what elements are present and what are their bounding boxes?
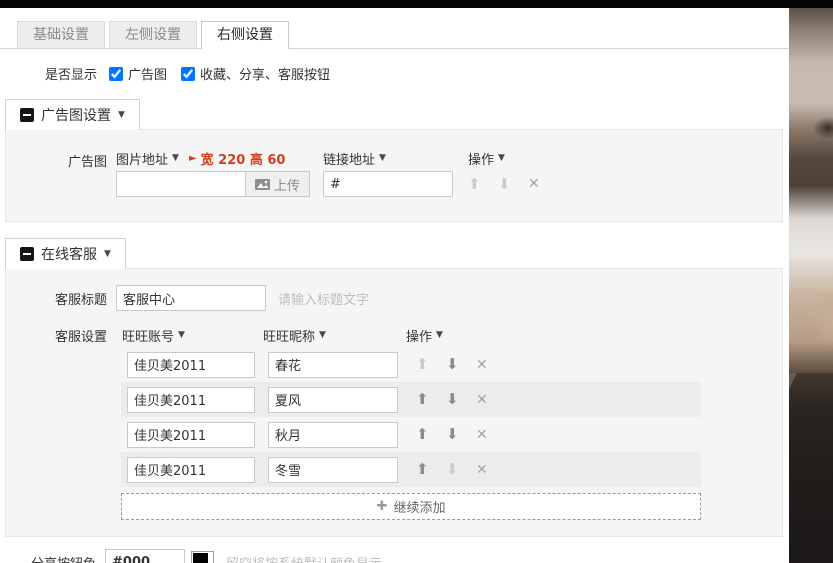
delete-icon[interactable]: ✕ [476,428,488,442]
share-color-hint: 留空将按系统默认颜色显示 [226,553,382,563]
settings-content: 基础设置 左侧设置 右侧设置 是否显示 广告图 收藏、分享、客服按钮 广告图设置… [0,8,789,563]
ad-row: 广告图 图片地址 ▼ ► 宽 220 高 60 [6,148,782,197]
delete-icon[interactable]: ✕ [528,177,540,191]
service-row: ⬆ ⬇ ✕ [121,382,701,417]
chevron-down-icon: ▼ [178,330,185,340]
service-header[interactable]: 在线客服 ▼ [5,238,126,269]
move-up-icon[interactable]: ⬆ [416,462,446,477]
ad-image-checkbox-text: 广告图 [128,64,167,83]
arrow-right-icon: ► [189,153,197,164]
service-row: ⬆ ⬇ ✕ [121,452,701,487]
delete-icon[interactable]: ✕ [476,393,488,407]
service-title-hint: 请输入标题文字 [278,289,369,308]
account-input[interactable] [127,387,255,413]
page: 基础设置 左侧设置 右侧设置 是否显示 广告图 收藏、分享、客服按钮 广告图设置… [0,0,833,563]
service-section: 在线客服 ▼ 客服标题 请输入标题文字 客服设置 旺旺账号 ▼ [5,238,783,537]
tab-bar: 基础设置 左侧设置 右侧设置 [0,8,789,49]
move-up-icon[interactable]: ⬆ [416,392,446,407]
nickname-input[interactable] [268,457,398,483]
tab-basic-settings[interactable]: 基础设置 [17,21,105,48]
nickname-input[interactable] [268,352,398,378]
service-row: ⬆ ⬇ ✕ [121,417,701,452]
upload-button[interactable]: 上传 [245,171,310,197]
service-title-label: 客服标题 [6,289,116,308]
fav-share-service-checkbox-text: 收藏、分享、客服按钮 [200,64,330,83]
nickname-column-header[interactable]: 旺旺昵称 [263,326,315,345]
nickname-input[interactable] [268,422,398,448]
delete-icon[interactable]: ✕ [476,463,488,477]
color-swatch-fill [193,553,208,563]
ad-image-column: 图片地址 ▼ ► 宽 220 高 60 [116,148,310,197]
account-input[interactable] [127,457,255,483]
account-input[interactable] [127,422,255,448]
ad-link-column: 链接地址 ▼ [323,148,453,197]
chevron-down-icon: ▼ [118,110,125,120]
ad-settings-panel: 广告图 图片地址 ▼ ► 宽 220 高 60 [5,129,783,222]
collapse-minus-icon[interactable] [20,108,34,122]
collapse-minus-icon[interactable] [20,247,34,261]
ad-settings-title: 广告图设置 [41,105,111,125]
add-more-label: 继续添加 [393,497,445,516]
service-title: 在线客服 [41,244,97,264]
move-up-icon[interactable]: ⬆ [468,177,498,192]
chevron-down-icon: ▼ [379,153,386,163]
delete-icon[interactable]: ✕ [476,358,488,372]
chevron-down-icon: ▼ [104,249,111,259]
account-column-header[interactable]: 旺旺账号 [122,326,174,345]
upload-button-label: 上传 [274,175,300,194]
move-down-icon[interactable]: ⬇ [446,357,476,372]
image-url-column-header[interactable]: 图片地址 [116,149,168,168]
size-hint: ► 宽 220 高 60 [189,149,286,168]
move-up-icon[interactable]: ⬆ [416,427,446,442]
move-up-icon[interactable]: ⬆ [416,357,446,372]
account-input[interactable] [127,352,255,378]
ops-column-header[interactable]: 操作 [468,149,494,168]
display-row-label: 是否显示 [45,64,97,83]
ops-column-header[interactable]: 操作 [406,326,432,345]
chevron-down-icon: ▼ [436,330,443,340]
service-settings-header-row: 客服设置 旺旺账号 ▼ 旺旺昵称 ▼ 操作 ▼ [6,325,782,345]
service-title-input[interactable] [116,285,266,311]
fav-share-service-checkbox-label[interactable]: 收藏、分享、客服按钮 [181,64,330,83]
service-rows: ⬆ ⬇ ✕ ⬆ ⬇ ✕ [121,347,701,487]
image-url-input[interactable] [116,171,246,197]
share-color-label: 分享按钮色 [0,553,105,563]
chevron-down-icon: ▼ [498,153,505,163]
image-icon [255,179,270,190]
link-url-input[interactable] [323,171,453,197]
ad-image-checkbox[interactable] [109,67,123,81]
tab-right-settings[interactable]: 右侧设置 [201,21,289,49]
color-picker-swatch[interactable] [191,551,214,563]
move-down-icon[interactable]: ⬇ [498,177,528,192]
ad-ops-column: 操作 ▼ ⬆ ⬇ ✕ [468,148,540,197]
service-row: ⬆ ⬇ ✕ [121,347,701,382]
ad-settings-section: 广告图设置 ▼ 广告图 图片地址 ▼ ► 宽 220 高 60 [5,99,783,222]
tab-left-settings[interactable]: 左侧设置 [109,21,197,48]
chevron-down-icon: ▼ [319,330,326,340]
move-down-icon[interactable]: ⬇ [446,427,476,442]
suit-lapel-shape [788,373,833,563]
fav-share-service-checkbox[interactable] [181,67,195,81]
add-more-button[interactable]: ✚ 继续添加 [121,493,701,520]
top-black-bar [0,0,833,8]
move-down-icon[interactable]: ⬇ [446,392,476,407]
nickname-input[interactable] [268,387,398,413]
link-url-column-header[interactable]: 链接地址 [323,149,375,168]
ad-row-label: 广告图 [6,148,116,197]
chevron-down-icon: ▼ [172,153,179,163]
share-color-input[interactable] [105,549,185,563]
ad-image-checkbox-label[interactable]: 广告图 [109,64,167,83]
ad-settings-header[interactable]: 广告图设置 ▼ [5,99,140,130]
service-title-row: 客服标题 请输入标题文字 [6,284,782,312]
plus-icon: ✚ [377,499,388,514]
service-panel: 客服标题 请输入标题文字 客服设置 旺旺账号 ▼ 旺旺昵称 ▼ [5,268,783,537]
display-toggle-row: 是否显示 广告图 收藏、分享、客服按钮 [45,64,789,83]
share-color-row: 分享按钮色 留空将按系统默认颜色显示 [0,549,789,563]
background-photo [788,8,833,563]
move-down-icon[interactable]: ⬇ [446,462,476,477]
service-settings-label: 客服设置 [6,326,116,345]
